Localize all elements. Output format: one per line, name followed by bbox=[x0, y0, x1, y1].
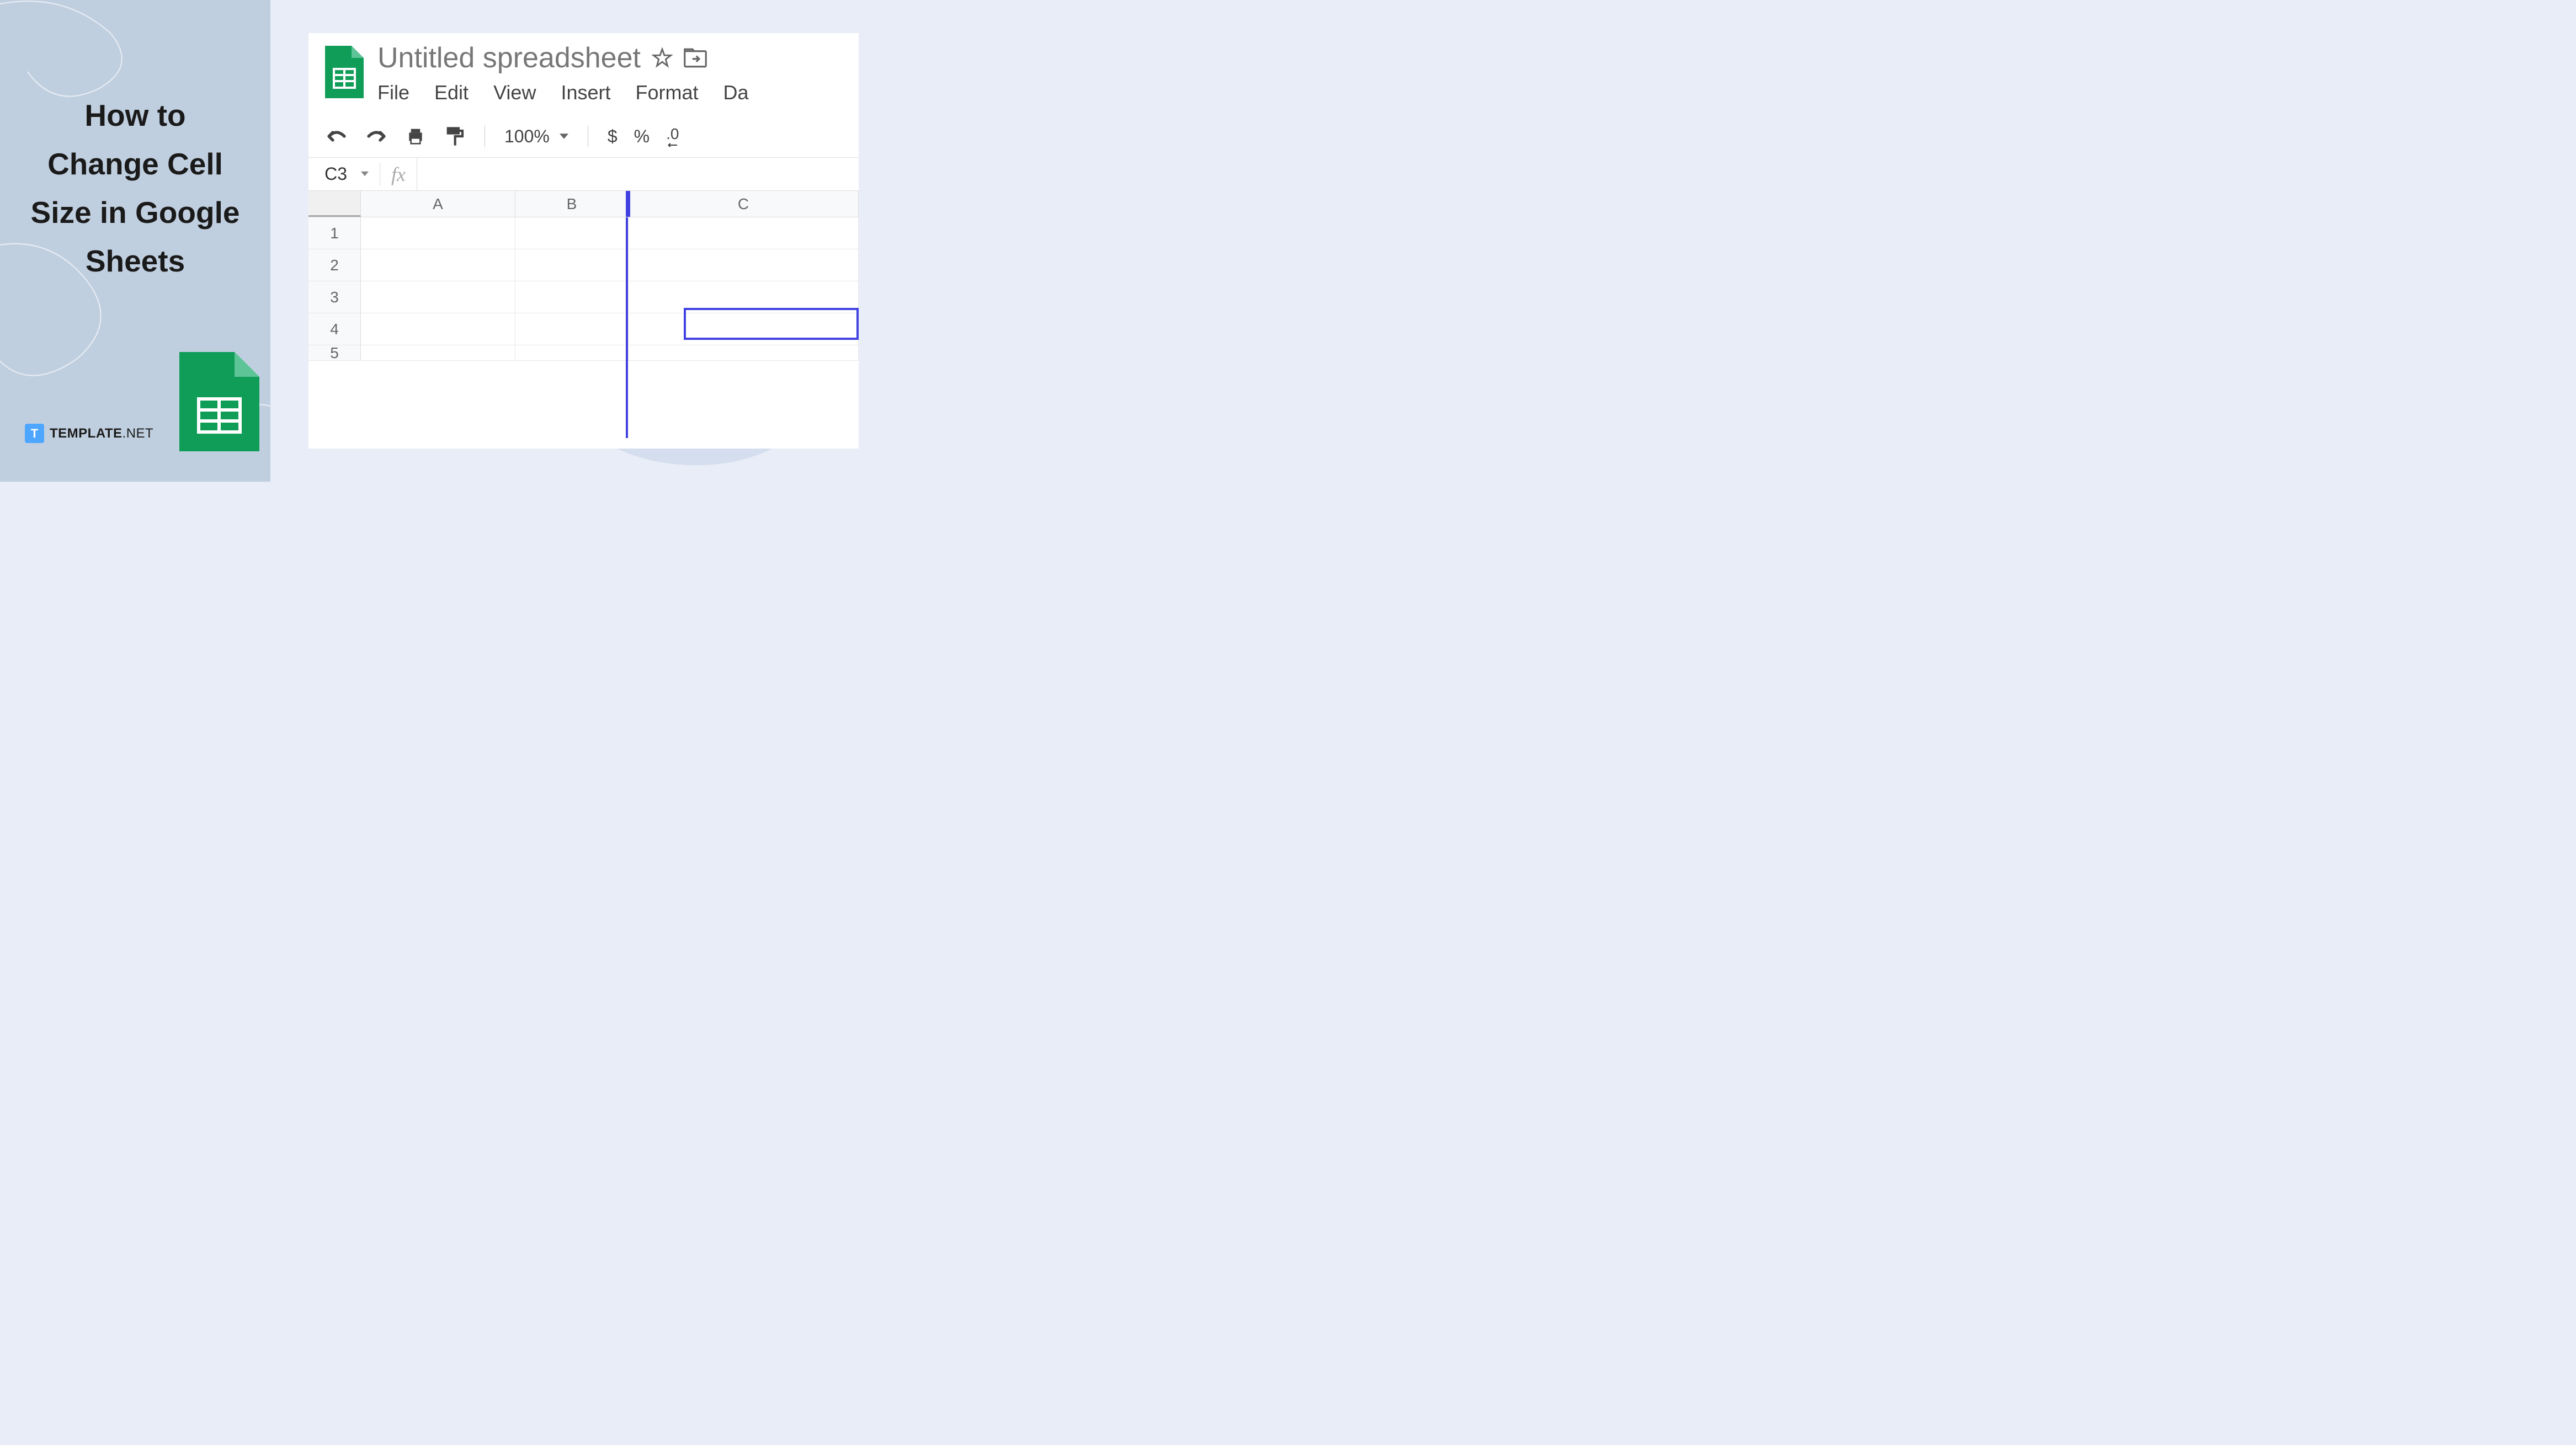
chevron-down-icon bbox=[560, 134, 568, 139]
grid-rows: 1 2 3 4 bbox=[308, 217, 859, 361]
column-header-a[interactable]: A bbox=[361, 191, 515, 217]
cell[interactable] bbox=[629, 345, 859, 360]
decrease-decimal-button[interactable]: .0 bbox=[666, 125, 679, 147]
sheets-app-icon[interactable] bbox=[325, 46, 364, 98]
formula-input[interactable] bbox=[417, 158, 859, 190]
row-header-2[interactable]: 2 bbox=[308, 249, 361, 281]
menu-insert[interactable]: Insert bbox=[561, 81, 610, 104]
selected-cell-c3[interactable] bbox=[684, 308, 859, 340]
print-icon[interactable] bbox=[405, 125, 427, 147]
row-header-4[interactable]: 4 bbox=[308, 313, 361, 345]
logo-text: TEMPLATE.NET bbox=[50, 426, 153, 441]
menu-format[interactable]: Format bbox=[636, 81, 699, 104]
menu-bar: File Edit View Insert Format Da bbox=[377, 81, 848, 104]
document-title[interactable]: Untitled spreadsheet bbox=[377, 41, 641, 74]
move-folder-icon[interactable] bbox=[684, 47, 707, 68]
spreadsheet-grid: A B C 1 2 3 bbox=[308, 191, 859, 361]
row-header-3[interactable]: 3 bbox=[308, 281, 361, 313]
formula-bar: C3 fx bbox=[308, 158, 859, 191]
column-header-b[interactable]: B bbox=[515, 191, 629, 217]
menu-view[interactable]: View bbox=[493, 81, 536, 104]
fx-label: fx bbox=[380, 163, 417, 186]
column-resize-line bbox=[626, 217, 628, 438]
cell[interactable] bbox=[515, 217, 629, 249]
menu-data[interactable]: Da bbox=[723, 81, 749, 104]
cell[interactable] bbox=[629, 217, 859, 249]
sheets-window: Untitled spreadsheet File Edit View Inse… bbox=[308, 33, 859, 449]
logo-icon: T bbox=[25, 424, 44, 443]
tutorial-title: How to Change Cell Size in Google Sheets bbox=[28, 91, 243, 285]
undo-icon[interactable] bbox=[325, 128, 348, 145]
cell[interactable] bbox=[361, 249, 515, 281]
grid-row: 5 bbox=[308, 345, 859, 361]
grid-row: 1 bbox=[308, 217, 859, 249]
select-all-corner[interactable] bbox=[308, 191, 361, 217]
left-panel: How to Change Cell Size in Google Sheets… bbox=[0, 0, 270, 482]
name-box[interactable]: C3 bbox=[308, 164, 355, 184]
sheets-icon-large bbox=[179, 352, 259, 451]
row-header-1[interactable]: 1 bbox=[308, 217, 361, 249]
title-row: Untitled spreadsheet bbox=[377, 41, 848, 74]
cell[interactable] bbox=[361, 281, 515, 313]
cell[interactable] bbox=[361, 217, 515, 249]
cell[interactable] bbox=[515, 345, 629, 360]
star-icon[interactable] bbox=[652, 47, 673, 68]
currency-button[interactable]: $ bbox=[608, 126, 618, 147]
cell[interactable] bbox=[515, 249, 629, 281]
percent-button[interactable]: % bbox=[634, 126, 650, 147]
redo-icon[interactable] bbox=[365, 128, 388, 145]
menu-edit[interactable]: Edit bbox=[434, 81, 469, 104]
paint-format-icon[interactable] bbox=[443, 125, 465, 147]
header-content: Untitled spreadsheet File Edit View Inse… bbox=[377, 41, 848, 104]
cell[interactable] bbox=[515, 281, 629, 313]
column-header-c[interactable]: C bbox=[629, 191, 859, 217]
column-resize-handle[interactable] bbox=[626, 191, 630, 217]
zoom-selector[interactable]: 100% bbox=[504, 126, 568, 147]
cell[interactable] bbox=[361, 313, 515, 345]
column-headers: A B C bbox=[308, 191, 859, 217]
grid-row: 2 bbox=[308, 249, 859, 281]
toolbar: 100% $ % .0 bbox=[308, 115, 859, 158]
row-header-5[interactable]: 5 bbox=[308, 345, 361, 360]
cell[interactable] bbox=[629, 249, 859, 281]
template-logo: T TEMPLATE.NET bbox=[25, 424, 153, 443]
menu-file[interactable]: File bbox=[377, 81, 409, 104]
name-box-dropdown[interactable] bbox=[355, 169, 380, 179]
cell[interactable] bbox=[515, 313, 629, 345]
sheets-header: Untitled spreadsheet File Edit View Inse… bbox=[308, 33, 859, 104]
cell[interactable] bbox=[361, 345, 515, 360]
